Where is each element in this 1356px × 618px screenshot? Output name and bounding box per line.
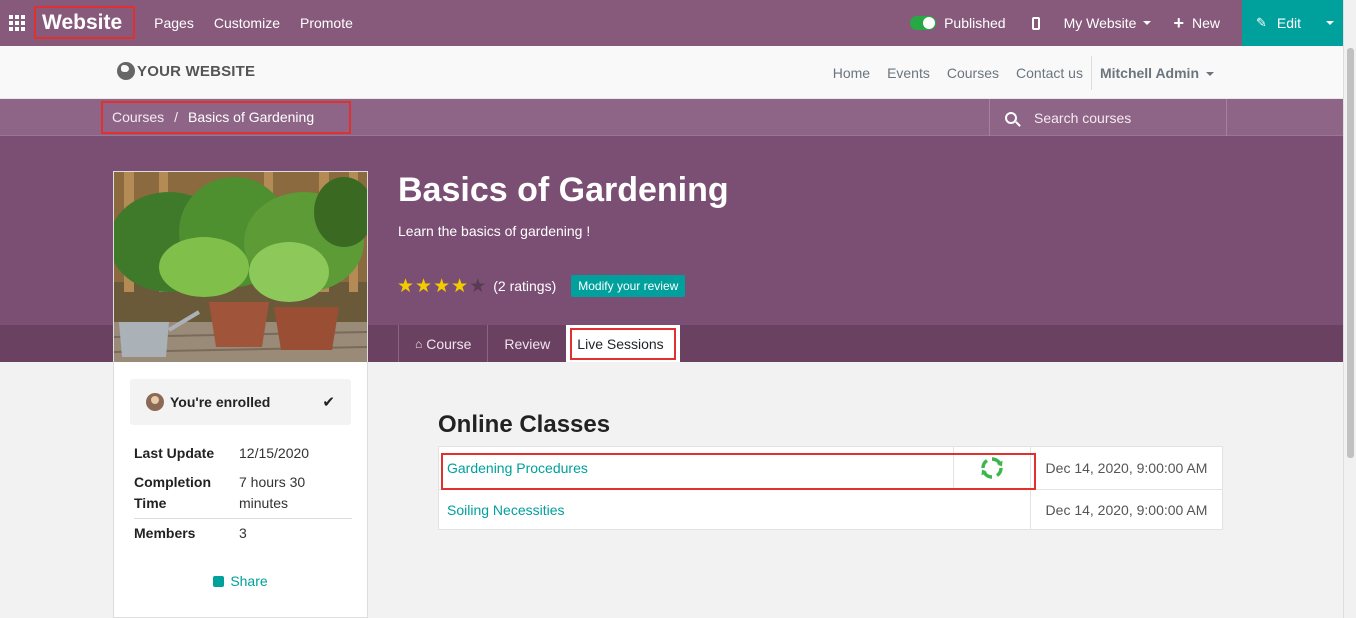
breadcrumb-current: Basics of Gardening bbox=[188, 109, 315, 125]
search-courses-input[interactable]: Search courses bbox=[989, 99, 1227, 136]
search-icon bbox=[1005, 111, 1017, 124]
checkmark-icon: ✔ bbox=[322, 394, 335, 411]
new-button[interactable]: + New bbox=[1173, 13, 1220, 34]
info-value: 3 bbox=[239, 525, 247, 541]
menu-customize[interactable]: Customize bbox=[214, 15, 280, 31]
table-row: Gardening Procedures Dec 14, 2020, 9:00:… bbox=[439, 447, 1222, 489]
app-brand[interactable]: Website bbox=[34, 11, 130, 35]
published-toggle[interactable]: Published bbox=[910, 15, 1006, 31]
info-key: Last Update bbox=[134, 445, 215, 461]
class-link[interactable]: Soiling Necessities bbox=[439, 490, 1030, 529]
tab-course[interactable]: ⌂ Course bbox=[398, 325, 487, 362]
share-link[interactable]: Share bbox=[114, 573, 367, 589]
tab-course-label: Course bbox=[426, 335, 472, 352]
star-filled-icon: ★ bbox=[451, 275, 469, 297]
course-info: Last Update 12/15/2020 Completion Time 7… bbox=[134, 439, 352, 548]
avatar bbox=[146, 393, 164, 411]
new-label: New bbox=[1191, 15, 1220, 31]
ratings-count: (2 ratings) bbox=[493, 278, 557, 294]
search-placeholder: Search courses bbox=[1034, 109, 1132, 126]
apps-grid-icon[interactable] bbox=[0, 0, 34, 46]
star-filled-icon: ★ bbox=[415, 275, 433, 297]
top-menu: Pages Customize Promote bbox=[154, 15, 373, 31]
published-label: Published bbox=[944, 15, 1006, 31]
info-key: Completion Time bbox=[134, 474, 211, 511]
nav-contact[interactable]: Contact us bbox=[1016, 65, 1083, 81]
course-title: Basics of Gardening bbox=[398, 171, 729, 209]
nav-events[interactable]: Events bbox=[887, 65, 930, 81]
tab-review[interactable]: Review bbox=[487, 325, 566, 362]
nav-courses[interactable]: Courses bbox=[947, 65, 999, 81]
share-label: Share bbox=[230, 573, 268, 589]
admin-topbar: Website Pages Customize Promote Publishe… bbox=[0, 0, 1343, 46]
online-classes-title: Online Classes bbox=[438, 411, 611, 438]
info-row: Members 3 bbox=[134, 518, 352, 548]
star-empty-icon: ★ bbox=[469, 275, 487, 297]
site-header: YOUR WEBSITE Home Events Courses Contact… bbox=[0, 46, 1343, 99]
course-subtitle: Learn the basics of gardening ! bbox=[398, 223, 591, 239]
edit-dropdown-toggle[interactable] bbox=[1317, 0, 1343, 46]
tab-review-label: Review bbox=[504, 335, 551, 352]
pencil-icon: ✎ bbox=[1256, 15, 1267, 30]
course-rating: ★ ★ ★ ★ ★ (2 ratings) Modify your review bbox=[397, 275, 686, 297]
caret-down-icon bbox=[1326, 21, 1334, 25]
star-filled-icon: ★ bbox=[397, 275, 415, 297]
breadcrumb-bar: Courses / Basics of Gardening Search cours… bbox=[0, 99, 1343, 136]
caret-down-icon bbox=[1206, 71, 1214, 76]
breadcrumb-separator: / bbox=[174, 109, 179, 125]
website-selector[interactable]: My Website bbox=[1064, 15, 1152, 31]
course-image bbox=[114, 172, 367, 362]
info-value: 12/15/2020 bbox=[239, 445, 310, 461]
course-tabs: ⌂ Course Review Live Sessions bbox=[398, 325, 680, 362]
scrollbar-thumb[interactable] bbox=[1347, 48, 1354, 458]
class-link[interactable]: Gardening Procedures bbox=[439, 447, 953, 489]
star-filled-icon: ★ bbox=[433, 275, 451, 297]
breadcrumb-courses[interactable]: Courses bbox=[112, 109, 164, 125]
user-menu[interactable]: Mitchell Admin bbox=[1100, 65, 1214, 81]
garden-plants-image bbox=[114, 172, 367, 362]
home-icon: ⌂ bbox=[415, 336, 423, 351]
website-selector-label: My Website bbox=[1063, 15, 1137, 31]
enrolled-text: You're enrolled bbox=[170, 394, 271, 410]
sync-cell bbox=[953, 447, 1030, 489]
mobile-preview-icon[interactable] bbox=[1031, 16, 1040, 30]
menu-promote[interactable]: Promote bbox=[300, 15, 353, 31]
table-row: Soiling Necessities Dec 14, 2020, 9:00:0… bbox=[439, 489, 1222, 529]
online-classes-table: Gardening Procedures Dec 14, 2020, 9:00:… bbox=[438, 446, 1223, 530]
info-row: Last Update 12/15/2020 bbox=[134, 439, 352, 468]
menu-pages[interactable]: Pages bbox=[154, 15, 194, 31]
user-name: Mitchell Admin bbox=[1099, 64, 1199, 81]
info-row: Completion Time 7 hours 30 minutes bbox=[134, 468, 352, 518]
tab-live-sessions[interactable]: Live Sessions bbox=[566, 325, 680, 362]
tab-live-sessions-label: Live Sessions bbox=[577, 335, 664, 352]
plus-icon: + bbox=[1173, 12, 1184, 33]
globe-icon bbox=[117, 62, 135, 80]
info-key: Members bbox=[134, 525, 196, 541]
enrolled-status: You're enrolled ✔ bbox=[130, 379, 351, 425]
info-value: 7 hours 30 minutes bbox=[239, 474, 306, 511]
class-date: Dec 14, 2020, 9:00:00 AM bbox=[1030, 490, 1222, 529]
caret-down-icon bbox=[1143, 21, 1152, 25]
nav-home[interactable]: Home bbox=[833, 65, 870, 81]
nav-divider bbox=[1090, 55, 1092, 90]
page-scrollbar[interactable] bbox=[1343, 0, 1356, 618]
breadcrumb: Courses / Basics of Gardening bbox=[112, 109, 314, 125]
toggle-switch-icon bbox=[910, 16, 937, 30]
sync-icon bbox=[981, 457, 1003, 479]
edit-button[interactable]: ✎ Edit bbox=[1242, 0, 1343, 46]
class-date: Dec 14, 2020, 9:00:00 AM bbox=[1030, 447, 1222, 489]
share-icon bbox=[213, 576, 225, 587]
edit-label: Edit bbox=[1276, 15, 1302, 31]
logo-text: YOUR WEBSITE bbox=[137, 62, 256, 80]
site-logo[interactable]: YOUR WEBSITE bbox=[117, 62, 255, 80]
site-nav: Home Events Courses Contact us Mitchell … bbox=[816, 46, 1214, 99]
modify-review-button[interactable]: Modify your review bbox=[571, 275, 686, 297]
course-sidebar-card: You're enrolled ✔ Last Update 12/15/2020… bbox=[113, 171, 368, 618]
